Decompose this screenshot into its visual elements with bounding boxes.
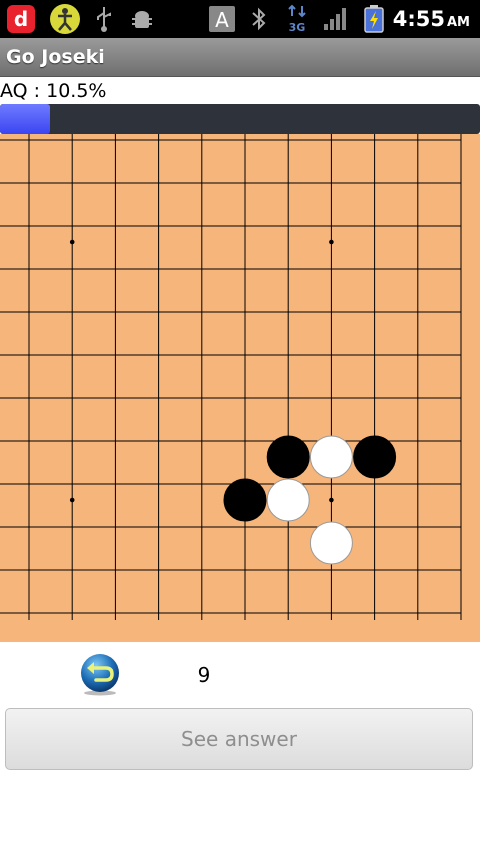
star-point [69,239,75,245]
signal-icon [322,4,350,34]
clock-ampm: AM [447,15,470,30]
star-point [329,497,334,503]
usb-icon [92,4,116,34]
battery-charging-icon [362,4,386,34]
go-board[interactable] [0,134,480,642]
title-bar: Go Joseki [0,38,480,77]
d-app-icon: d [6,4,36,34]
move-number: 9 [197,663,211,687]
bluetooth-icon [248,4,270,34]
white-stone [309,521,353,565]
aq-label: AQ : 10.5% [0,80,107,102]
status-clock: 4:55 AM [393,0,470,38]
android-debug-icon [130,4,154,34]
white-stone [309,435,353,479]
progress-fill [0,104,51,134]
3g-data-icon: 3G [284,4,310,34]
star-point [329,239,334,245]
progress-bar [0,104,480,134]
undo-button[interactable] [78,652,122,696]
white-stone [266,478,310,522]
a-keyboard-icon: A [208,4,236,34]
joseki-app-icon [48,4,82,34]
star-point [69,497,75,503]
svg-text:3G: 3G [289,21,306,34]
undo-icon [81,654,119,696]
status-bar: d A 3G 4:55 AM [0,0,480,38]
svg-text:d: d [14,7,28,31]
black-stone [266,435,310,479]
black-stone [353,435,397,479]
go-board-canvas[interactable] [0,134,480,642]
see-answer-button[interactable]: See answer [5,708,473,770]
svg-text:A: A [215,8,229,32]
clock-time: 4:55 [392,7,445,31]
app-title: Go Joseki [6,46,105,68]
black-stone [223,478,267,522]
